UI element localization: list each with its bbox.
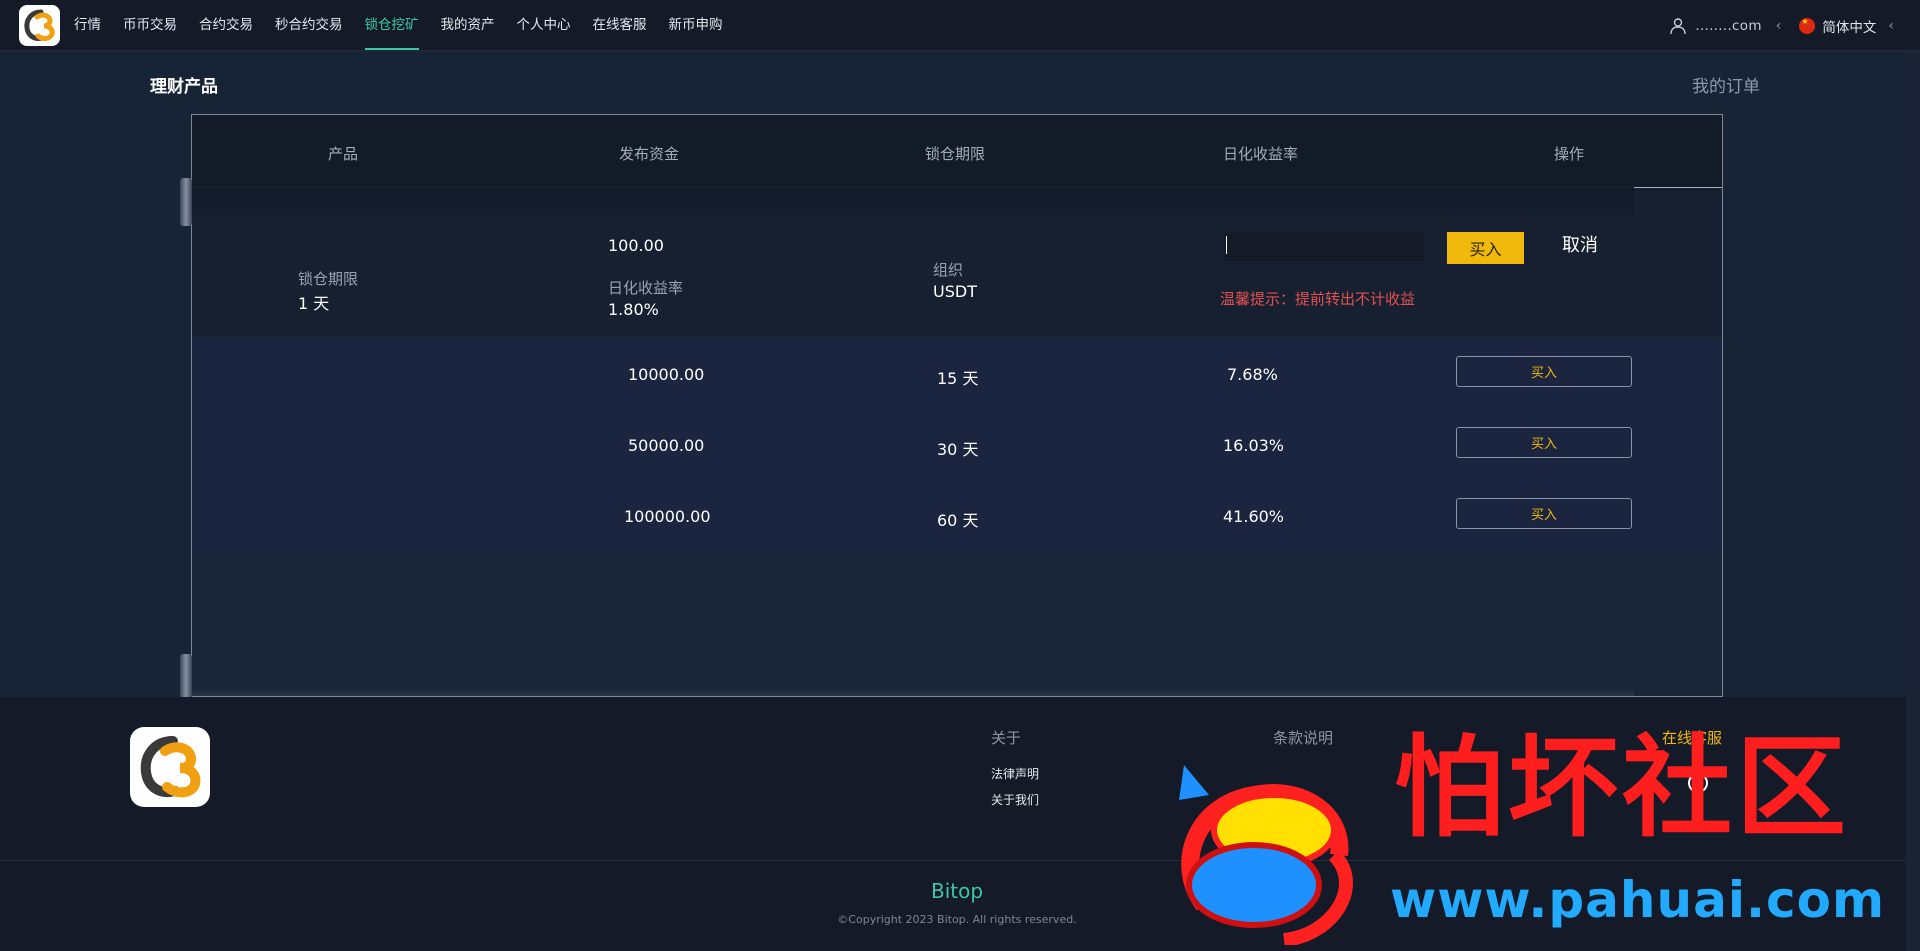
buy-button[interactable]: 买入 (1447, 232, 1524, 264)
user-account[interactable]: ........com (1695, 18, 1761, 34)
chevron-left-icon[interactable]: ‹ (1776, 18, 1782, 34)
header-amount: 发布资金 (619, 145, 680, 163)
row-buy-button[interactable]: 买入 (1456, 427, 1632, 458)
chevron-left-icon[interactable]: ‹ (1888, 18, 1894, 34)
table-row: 10000.00 15 天 7.68% 买入 (192, 340, 1722, 411)
nav-item-ipo[interactable]: 新币申购 (669, 0, 723, 50)
nav-item-support[interactable]: 在线客服 (593, 0, 647, 50)
row-amount: 100000.00 (624, 507, 711, 526)
language-selector[interactable]: 简体中文 (1822, 16, 1876, 36)
header-daily-rate: 日化收益率 (1223, 145, 1299, 163)
lock-period-label: 锁仓期限 (298, 270, 359, 288)
header-action: 操作 (1554, 145, 1585, 163)
panel-shadow (192, 688, 1634, 696)
footer-about-heading: 关于 (991, 729, 1022, 747)
header-product: 产品 (328, 145, 359, 163)
org-value: USDT (933, 282, 977, 301)
china-flag-icon (1799, 17, 1816, 34)
nav-item-contract[interactable]: 合约交易 (199, 0, 253, 50)
org-label: 组织 (933, 261, 964, 279)
row-period: 15 天 (937, 369, 979, 388)
cancel-button[interactable]: 取消 (1562, 231, 1598, 257)
scrollbar[interactable] (1906, 51, 1920, 951)
row-period: 30 天 (937, 440, 979, 459)
row-buy-button[interactable]: 买入 (1456, 498, 1632, 529)
table-header: 产品 发布资金 锁仓期限 日化收益率 操作 (192, 115, 1722, 187)
bitop-logo-icon (140, 736, 201, 798)
nav-right: ........com ‹ 简体中文 ‹ (1669, 0, 1894, 51)
expanded-purchase-row: 锁仓期限 1 天 100.00 日化收益率 1.80% 组织 USDT 买入 取… (180, 178, 1722, 336)
about-us-link[interactable]: 关于我们 (991, 791, 1039, 808)
page-title: 理财产品 (150, 77, 218, 97)
products-panel: 产品 发布资金 锁仓期限 日化收益率 操作 锁仓期限 1 天 100.00 日化… (180, 114, 1723, 702)
nav-item-spot[interactable]: 币币交易 (123, 0, 177, 50)
row-rate: 7.68% (1227, 365, 1278, 384)
row-period: 60 天 (937, 511, 979, 530)
edge-handle (180, 654, 192, 702)
bitop-logo-icon (24, 9, 55, 41)
daily-rate-label: 日化收益率 (608, 279, 684, 297)
logo[interactable] (19, 5, 60, 46)
row-amount: 50000.00 (628, 436, 705, 455)
daily-rate-value: 1.80% (608, 300, 659, 319)
table-row: 100000.00 60 天 41.60% 买入 (192, 482, 1722, 553)
watermark: 怕坏社区 www.pahuai.com (1164, 733, 1914, 945)
nav-item-lock-mining[interactable]: 锁仓挖矿 (364, 0, 419, 50)
product-list: 10000.00 15 天 7.68% 买入 50000.00 30 天 16.… (192, 340, 1722, 553)
row-amount: 10000.00 (628, 365, 705, 384)
edge-handle (180, 178, 192, 226)
fish-logo-icon (1179, 765, 1353, 945)
row-rate: 16.03% (1223, 436, 1285, 455)
watermark-url: www.pahuai.com (1390, 871, 1886, 929)
input-caret (1226, 236, 1227, 254)
table-row: 50000.00 30 天 16.03% 买入 (192, 411, 1722, 482)
lock-period-value: 1 天 (298, 294, 330, 313)
warning-tip: 温馨提示：提前转出不计收益 (1220, 290, 1416, 308)
footer-logo (130, 727, 210, 807)
amount-input[interactable] (1224, 233, 1424, 261)
top-nav: 行情 币币交易 合约交易 秒合约交易 锁仓挖矿 我的资产 个人中心 在线客服 新… (0, 0, 1920, 51)
watermark-cn: 怕坏社区 (1394, 724, 1850, 852)
user-icon[interactable] (1669, 17, 1687, 35)
nav-items: 行情 币币交易 合约交易 秒合约交易 锁仓挖矿 我的资产 个人中心 在线客服 新… (74, 0, 745, 51)
legal-link[interactable]: 法律声明 (991, 765, 1039, 782)
header-lock-period: 锁仓期限 (925, 145, 986, 163)
row-shadow (192, 188, 1634, 228)
row-rate: 41.60% (1223, 507, 1285, 526)
my-orders-link[interactable]: 我的订单 (1692, 72, 1760, 97)
nav-item-assets[interactable]: 我的资产 (441, 0, 495, 50)
amount-value: 100.00 (608, 236, 664, 255)
nav-item-profile[interactable]: 个人中心 (517, 0, 571, 50)
row-buy-button[interactable]: 买入 (1456, 356, 1632, 387)
nav-item-second-contract[interactable]: 秒合约交易 (275, 0, 343, 50)
nav-item-market[interactable]: 行情 (74, 0, 101, 50)
